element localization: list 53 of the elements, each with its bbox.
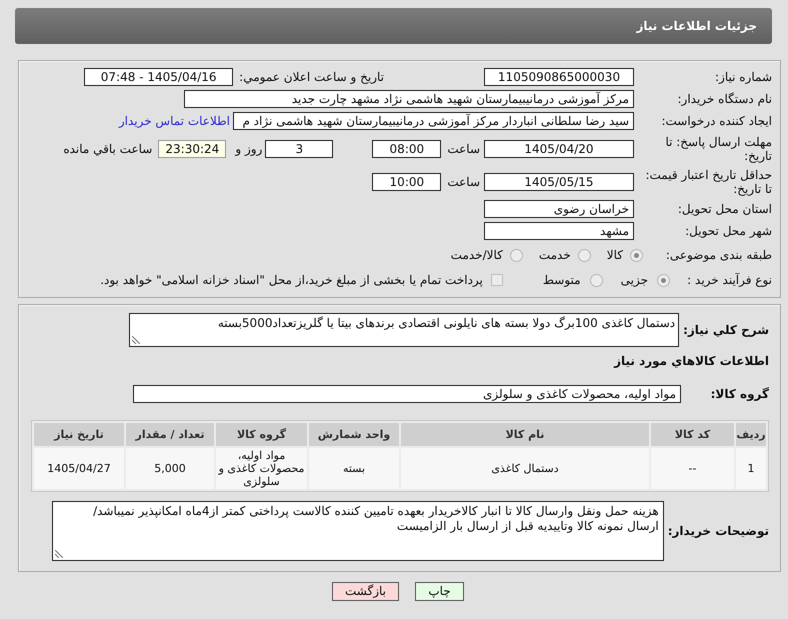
table-cell: دستمال کاغذی <box>401 448 649 489</box>
table-cell: -- <box>651 448 734 489</box>
column-header: تعداد / مقدار <box>126 423 214 446</box>
announcement-date-field[interactable]: 1405/04/16 - 07:48 <box>84 68 234 86</box>
section-heading: اطلاعات کالاهاي مورد نیاز <box>612 354 769 368</box>
resize-grip-icon[interactable] <box>54 550 63 558</box>
field-label: تاریخ و ساعت اعلان عمومي: <box>239 70 384 84</box>
column-header: گروه کالا <box>216 423 307 446</box>
city-field[interactable]: مشهد <box>484 222 634 240</box>
time-field[interactable]: 10:00 <box>372 173 442 191</box>
summary-textarea[interactable]: دستمال کاغذی 100برگ دولا بسته های نایلونی اقتصادی برندهای بیتا یا گلریزتعداد5000بسته <box>129 313 680 347</box>
field-label: ساعت باقي مانده <box>63 142 152 156</box>
date-field[interactable]: 1405/05/15 <box>484 173 634 191</box>
field-label: ساعت <box>447 142 480 156</box>
column-header: تاریخ نیاز <box>34 423 124 446</box>
column-header: ردیف <box>736 423 766 446</box>
province-field[interactable]: خراسان رضوی <box>484 200 634 218</box>
field-label: توضیحات خریدار: <box>666 524 769 538</box>
field-label: نام دستگاه خریدار: <box>676 92 772 106</box>
column-header: واحد شمارش <box>309 423 399 446</box>
contact-link[interactable]: اطلاعات تماس خریدار <box>118 114 230 128</box>
table-cell: مواد اولیه، محصولات کاغذی و سلولزی <box>216 448 307 489</box>
field-label: شرح کلي نیاز: <box>682 323 769 337</box>
field-label: ایجاد کننده درخواست: <box>660 114 772 128</box>
buyer-org-field[interactable]: مرکز آموزشی درمانیبیمارستان شهید هاشمی نژاد مشهد چارت جدید <box>184 90 634 108</box>
table-cell: 5,000 <box>126 448 214 489</box>
field-label: شهر محل تحویل: <box>684 224 772 238</box>
date-field[interactable]: 1405/04/20 <box>484 140 634 158</box>
field-label: روز و <box>235 142 262 156</box>
time-field[interactable]: 08:00 <box>372 140 442 158</box>
field-label: گروه کالا: <box>710 387 769 401</box>
page-title: جزئیات اطلاعات نیاز <box>636 19 757 33</box>
back-button[interactable]: بازگشت <box>332 582 399 601</box>
countdown-field: 23:30:24 <box>158 140 226 158</box>
field-label: شماره نیاز: <box>714 70 772 84</box>
field-label: مهلت ارسال پاسخ: تا تاریخ: <box>664 135 772 163</box>
column-header: کد کالا <box>651 423 734 446</box>
field-label: نوع فرآیند خرید : <box>686 273 772 287</box>
field-label: حداقل تاریخ اعتبار قیمت: تا تاریخ: <box>644 168 772 196</box>
goods-group-field[interactable]: مواد اولیه، محصولات کاغذی و سلولزی <box>133 385 681 403</box>
print-button[interactable]: چاپ <box>415 582 464 601</box>
table-cell: 1405/04/27 <box>34 448 124 489</box>
field-label: طبقه بندی موضوعی: <box>664 248 772 262</box>
need-number-field[interactable]: 1105090865000030 <box>484 68 634 86</box>
column-header: نام کالا <box>401 423 649 446</box>
table-cell: 1 <box>736 448 766 489</box>
field-label: استان محل تحویل: <box>676 202 772 216</box>
days-field[interactable]: 3 <box>265 140 334 158</box>
requester-field[interactable]: سید رضا سلطانی انباردار مرکز آموزشی درمانیبیمارستان شهید هاشمی نژاد م <box>233 112 634 130</box>
resize-grip-icon[interactable] <box>132 336 140 344</box>
field-label: ساعت <box>447 175 480 189</box>
buyer-notes-textarea[interactable]: هزینه حمل ونقل وارسال کالا تا انبار کالاخریدار بعهده تامیین کننده کالاست پرداختی کمتر از4ماه امکانپذیر نمیباشد/ارسال نمونه کالا وتاییدیه قبل از ارسال بار الزامیست <box>52 501 664 561</box>
table-cell: بسته <box>309 448 399 489</box>
